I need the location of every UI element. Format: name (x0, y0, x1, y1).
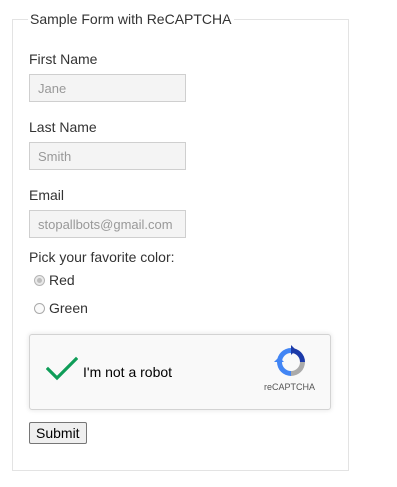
first-name-input[interactable] (29, 74, 186, 102)
recaptcha-logo-icon (274, 345, 305, 376)
first-name-label: First Name (29, 51, 98, 67)
checkmark-icon[interactable] (46, 356, 78, 382)
submit-button[interactable]: Submit (29, 422, 87, 444)
color-option-red[interactable]: Red (34, 271, 75, 289)
color-prompt: Pick your favorite color: (29, 249, 175, 265)
color-option-label: Red (49, 272, 75, 288)
last-name-input[interactable] (29, 142, 186, 170)
page: Sample Form with ReCAPTCHA First Name La… (0, 0, 397, 487)
color-option-green[interactable]: Green (34, 299, 88, 317)
email-input[interactable] (29, 210, 186, 238)
email-label: Email (29, 187, 65, 203)
recaptcha-brand: reCAPTCHA (264, 382, 316, 392)
color-option-label: Green (49, 300, 88, 316)
radio-button-red[interactable] (34, 274, 45, 286)
recaptcha-label: I'm not a robot (83, 364, 173, 380)
last-name-label: Last Name (29, 119, 97, 135)
recaptcha-widget: I'm not a robot reCAPTCHA (29, 334, 331, 410)
radio-button-green[interactable] (34, 302, 45, 314)
form-legend: Sample Form with ReCAPTCHA (30, 11, 232, 27)
